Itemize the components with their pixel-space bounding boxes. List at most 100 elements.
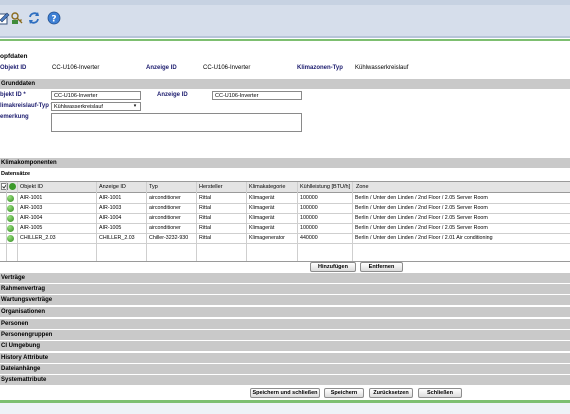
cell-anzeige-id: AIR-1005 [99, 225, 122, 231]
section-label: Dateianhänge [1, 366, 41, 372]
key-icon[interactable] [10, 11, 24, 25]
anzeige-id-value: CC-U106-Inverter [203, 65, 251, 71]
section-label: Organisationen [1, 309, 46, 315]
help-icon[interactable]: ? [47, 11, 61, 25]
bemerkung-field-label: emerkung [0, 114, 29, 120]
col-klimakategorie[interactable]: Klimakategorie [249, 184, 285, 190]
cell-hersteller: Rittal [199, 205, 212, 211]
cell-typ: Chiller-3232-930 [149, 235, 189, 241]
section-label: Wartungsverträge [1, 297, 53, 303]
cell-kuehlleistung: 100000 [300, 225, 318, 231]
cell-klimakategorie: Klimagenerator [249, 235, 285, 241]
cell-anzeige-id: AIR-1003 [99, 205, 122, 211]
section-organisationen[interactable]: Organisationen [0, 307, 570, 317]
cell-anzeige-id: AIR-1001 [99, 195, 122, 201]
close-button[interactable]: Schließen [418, 388, 462, 398]
cell-zone: Berlin / Unter den Linden / 2nd Floor / … [355, 205, 488, 211]
status-ok-icon [7, 215, 14, 222]
cell-anzeige-id: AIR-1004 [99, 215, 122, 221]
status-ok-icon [7, 235, 14, 242]
objekt-id-label: Objekt ID [0, 65, 27, 71]
refresh-icon[interactable] [27, 11, 41, 25]
col-kuehlleistung[interactable]: Kühlleistung [BTU/h] [300, 184, 350, 190]
svg-text:?: ? [51, 15, 56, 25]
grid-header: Objekt ID Anzeige ID Typ Hersteller Klim… [0, 182, 570, 193]
cell-typ: airconditioner [149, 225, 181, 231]
cell-zone: Berlin / Unter den Linden / 2nd Floor / … [355, 235, 493, 241]
section-vertraege[interactable]: Verträge [0, 273, 570, 283]
section-personen[interactable]: Personen [0, 319, 570, 329]
add-button[interactable]: Hinzufügen [310, 262, 356, 272]
cell-kuehlleistung: 100000 [300, 195, 318, 201]
col-zone[interactable]: Zone [356, 184, 369, 190]
section-systemattribute[interactable]: Systemattribute [0, 375, 570, 385]
cell-objekt-id: AIR-1003 [20, 205, 43, 211]
anzeige-id-field-label: Anzeige ID [157, 92, 188, 98]
cell-klimakategorie: Klimagerät [249, 195, 275, 201]
edit-icon[interactable] [0, 11, 10, 25]
section-ci-umgebung[interactable]: CI Umgebung [0, 341, 570, 351]
objekt-id-value: CC-U106-Inverter [52, 65, 100, 71]
cell-zone: Berlin / Unter den Linden / 2nd Floor / … [355, 215, 488, 221]
section-grunddaten[interactable]: Grunddaten [0, 79, 570, 89]
datensaetze-label: Datensätze [1, 171, 31, 177]
col-typ[interactable]: Typ [149, 184, 158, 190]
remove-button[interactable]: Entfernen [360, 262, 403, 272]
header-divider [0, 39, 570, 41]
cell-hersteller: Rittal [199, 235, 212, 241]
cell-kuehlleistung: 440000 [300, 235, 318, 241]
status-header-icon [8, 182, 17, 193]
save-and-close-button[interactable]: Speichern und schließen [250, 388, 320, 398]
section-wartungsvertraege[interactable]: Wartungsverträge [0, 295, 570, 305]
objekt-id-field[interactable]: CC-U106-Inverter [51, 91, 141, 100]
section-klimakomponenten[interactable]: Klimakomponenten [0, 158, 570, 168]
cell-klimakategorie: Klimagerät [249, 225, 275, 231]
section-label: Rahmenvertrag [1, 286, 46, 292]
cell-objekt-id: AIR-1005 [20, 225, 43, 231]
cell-zone: Berlin / Unter den Linden / 2nd Floor / … [355, 195, 488, 201]
section-dateianhaenge[interactable]: Dateianhänge [0, 364, 570, 374]
cell-kuehlleistung: 100000 [300, 215, 318, 221]
bemerkung-textarea[interactable] [51, 113, 302, 132]
status-ok-icon [7, 205, 14, 212]
section-grunddaten-label: Grunddaten [1, 81, 35, 87]
col-hersteller[interactable]: Hersteller [199, 184, 223, 190]
cell-objekt-id: AIR-1004 [20, 215, 43, 221]
section-klimakomponenten-label: Klimakomponenten [1, 160, 57, 166]
cell-objekt-id: CHILLER_2.03 [20, 235, 56, 241]
kreislauf-field-label: limakreislauf-Typ * [0, 103, 53, 109]
cell-klimakategorie: Klimagerät [249, 205, 275, 211]
cell-hersteller: Rittal [199, 225, 212, 231]
section-label: Personengruppen [1, 332, 53, 338]
anzeige-id-field[interactable]: CC-U106-Inverter [212, 91, 302, 100]
cell-zone: Berlin / Unter den Linden / 2nd Floor / … [355, 225, 488, 231]
status-ok-icon [7, 195, 14, 202]
section-personengruppen[interactable]: Personengruppen [0, 330, 570, 340]
cell-klimakategorie: Klimagerät [249, 215, 275, 221]
section-label: CI Umgebung [1, 343, 40, 349]
section-rahmenvertrag[interactable]: Rahmenvertrag [0, 284, 570, 294]
save-button[interactable]: Speichern [324, 388, 364, 398]
objekt-id-field-label: bjekt ID * [0, 92, 26, 98]
cell-kuehlleistung: 100000 [300, 205, 318, 211]
cell-hersteller: Rittal [199, 195, 212, 201]
footer-bar [0, 403, 570, 414]
section-label: Verträge [1, 275, 26, 281]
klimazonen-label: Klimazonen-Typ [297, 65, 343, 71]
reset-button[interactable]: Zurücksetzen [369, 388, 413, 398]
anzeige-id-label: Anzeige ID [146, 65, 177, 71]
toolbar-stripe [0, 0, 570, 5]
status-ok-icon [7, 225, 14, 232]
section-label: Systemattribute [1, 377, 47, 383]
col-objekt-id[interactable]: Objekt ID [20, 184, 43, 190]
cell-typ: airconditioner [149, 215, 181, 221]
table-row[interactable]: CHILLER_2.03 CHILLER_2.03 Chiller-3232-9… [0, 233, 570, 244]
page-title: opfdaten [0, 53, 28, 60]
section-history-attribute[interactable]: History Attribute [0, 353, 570, 363]
kreislauf-select[interactable]: Kühlwasserkreislauf ▾ [51, 102, 141, 111]
chevron-down-icon[interactable]: ▾ [131, 103, 139, 110]
kreislauf-select-value: Kühlwasserkreislauf [54, 104, 103, 110]
klimazonen-value: Kühlwasserkreislauf [355, 65, 409, 71]
klima-grid: Objekt ID Anzeige ID Typ Hersteller Klim… [0, 181, 570, 262]
col-anzeige-id[interactable]: Anzeige ID [99, 184, 126, 190]
